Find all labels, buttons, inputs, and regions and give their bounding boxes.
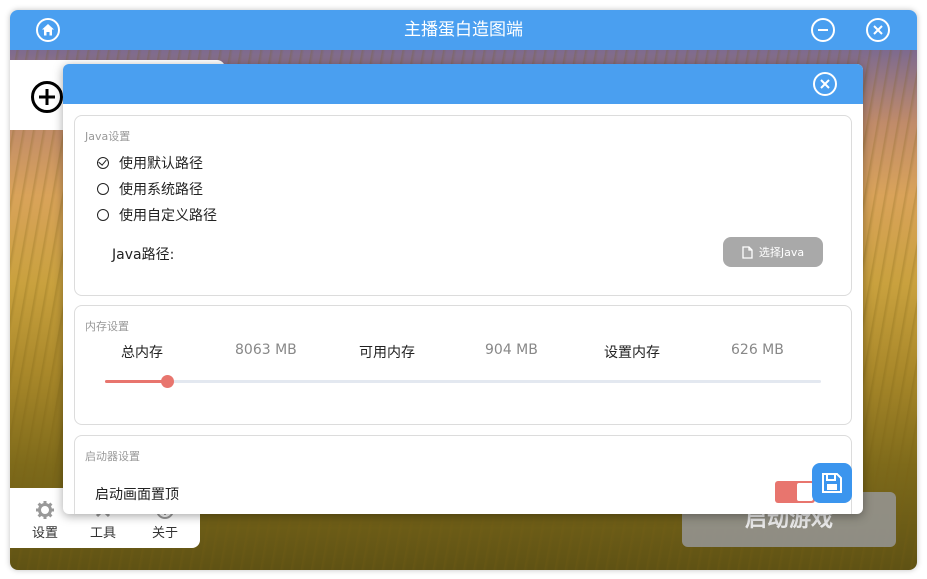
radio-custom-path[interactable]: 使用自定义路径 <box>97 205 217 225</box>
java-path-label: Java路径: <box>112 247 175 263</box>
radio-default-path[interactable]: 使用默认路径 <box>97 153 203 173</box>
memory-section-title: 内存设置 <box>85 320 129 333</box>
gear-icon <box>36 501 54 519</box>
launcher-settings-section: 启动器设置 启动画面置顶 <box>74 435 852 514</box>
settings-dialog: Java设置 使用默认路径 使用系统路径 使用自定义路径 Java路径: 选择J… <box>63 64 863 514</box>
nav-settings-label: 设置 <box>31 526 58 541</box>
choose-java-button[interactable]: 选择Java <box>723 237 823 267</box>
save-icon <box>822 473 842 493</box>
memory-slider[interactable] <box>105 375 821 388</box>
choose-java-label: 选择Java <box>758 246 805 259</box>
title-bar: 主播蛋白造图端 <box>10 10 917 50</box>
window-title: 主播蛋白造图端 <box>404 20 523 40</box>
available-memory-label: 可用内存 <box>359 345 415 361</box>
add-account-icon[interactable] <box>30 80 64 114</box>
file-icon <box>742 245 753 259</box>
launcher-section-title: 启动器设置 <box>85 450 140 463</box>
memory-slider-handle[interactable] <box>160 375 174 388</box>
minimize-icon[interactable] <box>811 18 835 42</box>
available-memory-value: 904 MB <box>485 342 538 358</box>
radio-unchecked-icon[interactable] <box>97 183 109 195</box>
radio-unchecked-icon[interactable] <box>97 209 109 221</box>
java-settings-section: Java设置 使用默认路径 使用系统路径 使用自定义路径 Java路径: 选择J… <box>74 115 852 296</box>
java-section-title: Java设置 <box>85 130 131 143</box>
dialog-close-icon[interactable] <box>813 72 837 96</box>
radio-custom-label: 使用自定义路径 <box>119 208 217 224</box>
radio-default-label: 使用默认路径 <box>119 156 203 172</box>
nav-tools-label: 工具 <box>89 526 116 541</box>
radio-checked-icon[interactable] <box>97 157 109 169</box>
on-top-toggle[interactable] <box>775 481 815 503</box>
total-memory-label: 总内存 <box>121 345 163 361</box>
memory-slider-fill <box>105 380 167 383</box>
radio-system-label: 使用系统路径 <box>119 182 203 198</box>
on-top-label: 启动画面置顶 <box>95 487 179 503</box>
set-memory-value: 626 MB <box>731 342 784 358</box>
radio-system-path[interactable]: 使用系统路径 <box>97 179 203 199</box>
memory-settings-section: 内存设置 总内存 8063 MB 可用内存 904 MB 设置内存 626 MB <box>74 305 852 425</box>
save-button[interactable] <box>812 463 852 503</box>
dialog-header <box>63 64 863 104</box>
total-memory-value: 8063 MB <box>235 342 297 358</box>
nav-about-label: 关于 <box>151 526 178 541</box>
close-icon[interactable] <box>866 18 890 42</box>
set-memory-label: 设置内存 <box>604 345 660 361</box>
